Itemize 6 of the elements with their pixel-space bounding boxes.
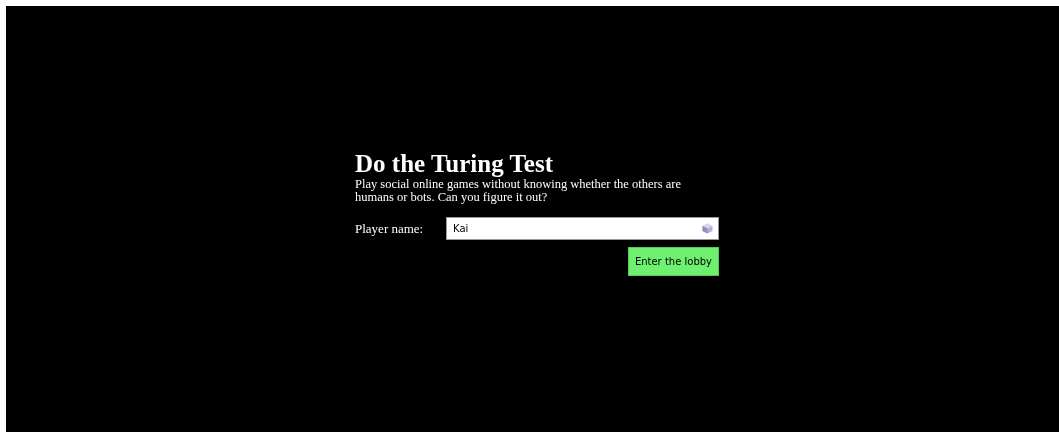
dice-icon[interactable] — [702, 223, 713, 234]
page-title: Do the Turing Test — [355, 150, 554, 178]
field-label: Player name: — [355, 220, 425, 237]
enter-lobby-button[interactable]: Enter the lobby — [627, 247, 719, 276]
name-field[interactable]: Kai — [446, 217, 719, 240]
description-text: Play social online games without knowing whether the others are humans or bots. Can you figure it out? — [355, 178, 682, 204]
